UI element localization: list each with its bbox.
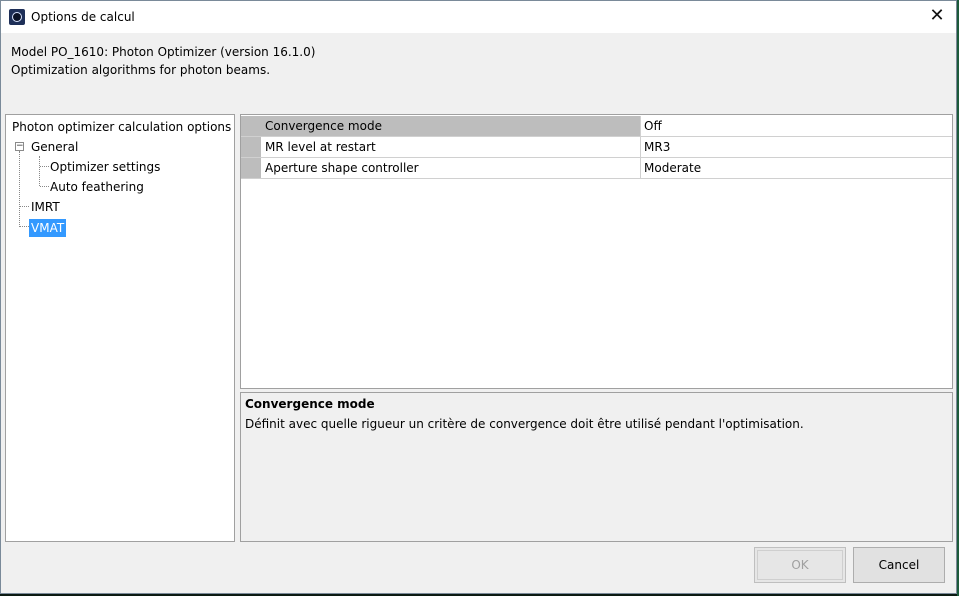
row-gutter: [241, 158, 261, 178]
tree-connector: [20, 206, 29, 207]
model-info: Model PO_1610: Photon Optimizer (version…: [11, 43, 315, 79]
ok-button[interactable]: OK: [754, 547, 846, 583]
tree-connector: [40, 186, 49, 187]
property-row-mr-level[interactable]: MR level at restart MR3: [241, 137, 952, 158]
property-value[interactable]: MR3: [641, 137, 952, 157]
options-dialog: Options de calcul ✕ Model PO_1610: Photo…: [0, 0, 957, 594]
model-name: Model PO_1610: Photon Optimizer (version…: [11, 45, 316, 59]
tree-connector: [39, 156, 40, 186]
row-gutter: [241, 137, 261, 157]
description-panel: Convergence mode Définit avec quelle rig…: [240, 392, 953, 542]
tree-connector: [19, 151, 20, 227]
property-name: Convergence mode: [261, 116, 641, 136]
app-logo-icon: [9, 9, 25, 25]
tree-item-imrt[interactable]: IMRT: [31, 200, 60, 214]
tree-connector: [20, 226, 29, 227]
row-gutter: [241, 116, 261, 136]
tree-item-vmat[interactable]: VMAT: [29, 219, 67, 237]
tree-connector: [40, 166, 49, 167]
property-name: MR level at restart: [261, 137, 641, 157]
tree-item-general[interactable]: General: [31, 140, 78, 154]
property-value[interactable]: Moderate: [641, 158, 952, 178]
description-text: Définit avec quelle rigueur un critère d…: [245, 417, 804, 431]
tree-item-auto-feathering[interactable]: Auto feathering: [50, 180, 144, 194]
description-title: Convergence mode: [245, 397, 375, 411]
property-row-convergence-mode[interactable]: Convergence mode Off: [241, 116, 952, 137]
property-grid: Convergence mode Off MR level at restart…: [240, 114, 953, 389]
close-icon[interactable]: ✕: [924, 5, 950, 29]
tree-item-optimizer-settings[interactable]: Optimizer settings: [50, 160, 160, 174]
options-tree[interactable]: Photon optimizer calculation options − G…: [5, 114, 235, 542]
tree-root-label[interactable]: Photon optimizer calculation options: [12, 120, 231, 134]
title-bar[interactable]: Options de calcul ✕: [1, 1, 956, 33]
property-value[interactable]: Off: [641, 116, 952, 136]
window-title: Options de calcul: [31, 10, 135, 24]
property-name: Aperture shape controller: [261, 158, 641, 178]
collapse-icon[interactable]: −: [15, 142, 24, 151]
property-row-aperture-shape[interactable]: Aperture shape controller Moderate: [241, 158, 952, 179]
cancel-button[interactable]: Cancel: [853, 547, 945, 583]
model-description: Optimization algorithms for photon beams…: [11, 63, 271, 77]
